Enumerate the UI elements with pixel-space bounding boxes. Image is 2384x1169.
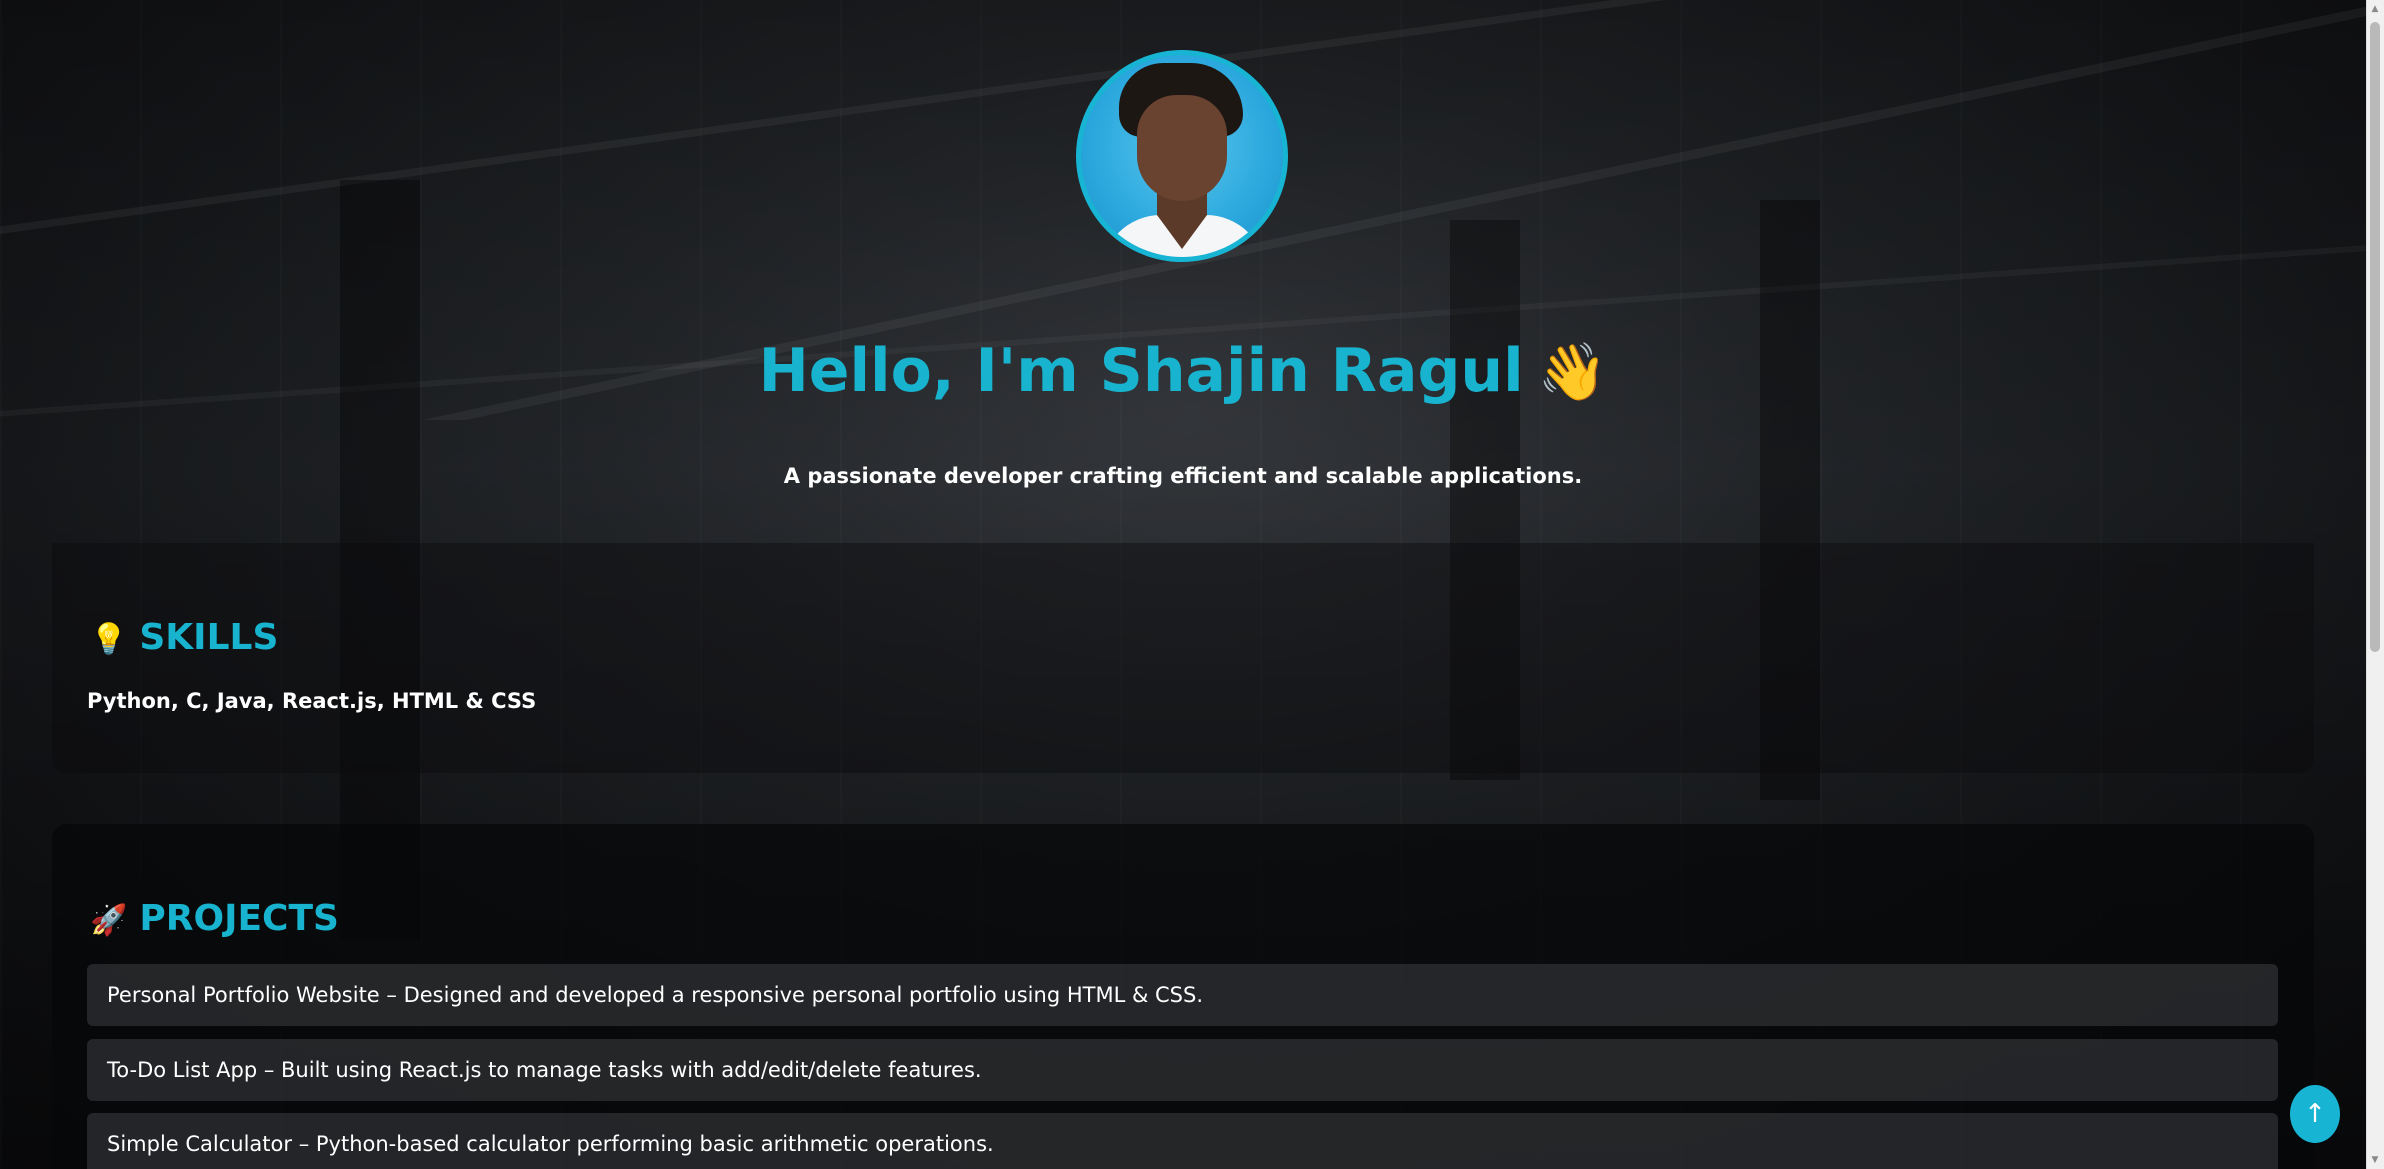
project-item: Personal Portfolio Website – Designed an…: [87, 964, 2278, 1026]
project-item: Simple Calculator – Python-based calcula…: [87, 1113, 2278, 1169]
waving-hand-icon: 👋: [1537, 340, 1608, 405]
scrollbar[interactable]: ▲ ▼: [2366, 0, 2384, 1169]
scroll-up-arrow-icon[interactable]: ▲: [2370, 4, 2380, 14]
hero-section: Hello, I'm Shajin Ragul 👋 A passionate de…: [0, 0, 2366, 545]
scroll-down-arrow-icon[interactable]: ▼: [2370, 1155, 2380, 1165]
skills-list: Python, C, Java, React.js, HTML & CSS: [87, 689, 537, 713]
profile-avatar: [1076, 50, 1288, 262]
skills-title: SKILLS: [139, 617, 279, 658]
greeting-heading: Hello, I'm Shajin Ragul 👋: [0, 336, 2366, 406]
lightbulb-icon: 💡: [90, 622, 128, 657]
projects-section: 🚀 PROJECTS Personal Portfolio Website – D…: [52, 824, 2314, 1169]
tagline: A passionate developer crafting efficien…: [783, 464, 1583, 488]
rocket-icon: 🚀: [90, 903, 128, 938]
skills-heading: 💡 SKILLS: [90, 617, 278, 658]
projects-title: PROJECTS: [139, 898, 339, 939]
projects-heading: 🚀 PROJECTS: [90, 898, 339, 939]
back-to-top-button[interactable]: ↑: [2290, 1085, 2340, 1143]
greeting-text: Hello, I'm Shajin Ragul: [758, 336, 1524, 406]
project-item: To-Do List App – Built using React.js to…: [87, 1039, 2278, 1101]
skills-section: 💡 SKILLS Python, C, Java, React.js, HTML …: [52, 543, 2314, 773]
scrollbar-thumb[interactable]: [2370, 22, 2380, 652]
